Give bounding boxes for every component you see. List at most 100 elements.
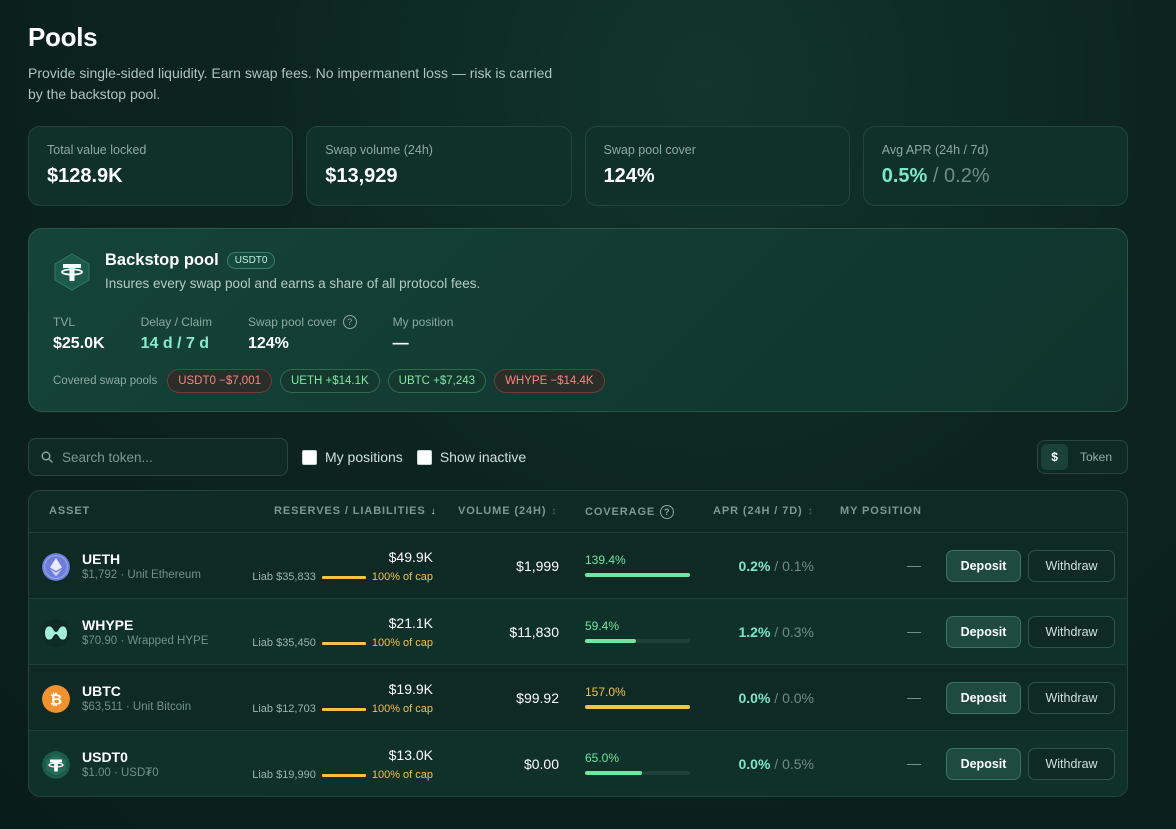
help-icon[interactable]: ? [660, 505, 675, 519]
stat-label: Avg APR (24h / 7d) [881, 143, 989, 157]
liability-value: Liab $35,833 [252, 571, 316, 583]
search-icon [41, 451, 53, 463]
coverage-value: 157.0% [585, 685, 626, 699]
metric-label: My position [392, 315, 454, 329]
coverage-bar [585, 639, 690, 643]
liability-value: Liab $19,990 [252, 769, 316, 781]
stat-label: Total value locked [47, 143, 147, 157]
column-header-label: RESERVES / LIABILITIES [274, 505, 426, 517]
table-row: UETH $1,792 · Unit Ethereum $49.9K Liab … [29, 533, 1127, 599]
checkbox-label: My positions [325, 449, 403, 465]
cap-label: 100% of cap [371, 637, 433, 649]
my-positions-checkbox[interactable]: My positions [302, 449, 403, 465]
withdraw-button[interactable]: Withdraw [1028, 748, 1115, 780]
pools-table: ASSET RESERVES / LIABILITIES ↓ VOLUME (2… [28, 490, 1128, 797]
stat-value: $13,929 [325, 165, 398, 187]
apr-value: 0.0% / 0.5% [738, 756, 814, 772]
backstop-token-badge: USDT0 [226, 252, 276, 269]
my-position-value: — [907, 755, 921, 771]
sort-down-icon: ↓ [430, 505, 437, 517]
tether-icon [54, 253, 90, 291]
covered-pools: Covered swap pools USDT0 −$7,001 UETH +$… [53, 369, 1103, 393]
stat-value: $128.9K [47, 165, 123, 187]
coverage-value: 65.0% [585, 751, 620, 765]
tether-icon [42, 751, 70, 779]
table-toolbar: My positions Show inactive $ Token [28, 438, 1128, 476]
stat-value: 0.5% / 0.2% [882, 165, 1109, 188]
cap-label: 100% of cap [371, 769, 433, 781]
search-input[interactable] [62, 449, 262, 465]
asset-symbol: UBTC [82, 683, 121, 699]
table-row: ₿ UBTC $63,511 · Unit Bitcoin $19.9K Lia… [29, 665, 1127, 731]
apr-separator: / [932, 165, 939, 187]
column-header-coverage[interactable]: COVERAGE ? [585, 505, 675, 519]
deposit-button[interactable]: Deposit [946, 550, 1021, 582]
column-header-label: APR (24H / 7D) [713, 505, 803, 517]
coverage-bar [585, 771, 690, 775]
stat-label: Swap volume (24h) [325, 143, 433, 157]
stat-value: 124% [603, 165, 655, 187]
apr-value: 1.2% / 0.3% [738, 624, 814, 640]
unit-option-token[interactable]: Token [1068, 444, 1124, 470]
unit-option-usd[interactable]: $ [1041, 444, 1068, 470]
covered-pill-whype[interactable]: WHYPE −$14.4K [494, 369, 605, 393]
asset-symbol: UETH [82, 551, 121, 567]
pools-page: Pools Provide single-sided liquidity. Ea… [28, 22, 1128, 797]
stats-row: Total value locked $128.9K Swap volume (… [28, 126, 1128, 206]
search-box[interactable] [28, 438, 288, 476]
unit-toggle: $ Token [1037, 440, 1128, 474]
asset-subtitle: $70.90 · Wrapped HYPE [82, 635, 209, 647]
cap-bar [321, 707, 366, 711]
column-header-label: COVERAGE [585, 506, 656, 518]
deposit-button[interactable]: Deposit [946, 616, 1021, 648]
coverage-value: 59.4% [585, 619, 620, 633]
column-header-asset[interactable]: ASSET [49, 505, 90, 517]
withdraw-button[interactable]: Withdraw [1028, 550, 1115, 582]
backstop-title: Backstop pool [105, 251, 219, 269]
bitcoin-icon: ₿ [42, 685, 70, 713]
page-title: Pools [28, 22, 98, 52]
apr-24h-value: 0.5% [881, 165, 928, 187]
stat-pool-cover: Swap pool cover 124% [584, 126, 850, 206]
asset-subtitle: $63,511 · Unit Bitcoin [82, 701, 192, 713]
withdraw-button[interactable]: Withdraw [1028, 616, 1115, 648]
coverage-value: 139.4% [585, 553, 626, 567]
sort-icon: ↕ [807, 505, 814, 517]
column-header-position[interactable]: MY POSITION [840, 505, 922, 517]
stat-avg-apr: Avg APR (24h / 7d) 0.5% / 0.2% [862, 126, 1128, 206]
volume-value: $1,999 [516, 558, 559, 574]
covered-pill-ueth[interactable]: UETH +$14.1K [280, 369, 380, 393]
column-header-reserves[interactable]: RESERVES / LIABILITIES ↓ [274, 505, 437, 517]
show-inactive-checkbox[interactable]: Show inactive [416, 449, 526, 465]
stat-label: Swap pool cover [603, 143, 696, 157]
table-header: ASSET RESERVES / LIABILITIES ↓ VOLUME (2… [29, 491, 1127, 533]
liability-value: Liab $12,703 [252, 703, 316, 715]
metric-label-text: Swap pool cover [247, 315, 337, 329]
my-position-value: — [907, 557, 921, 573]
table-row: USDT0 $1.00 · USD₮0 $13.0K Liab $19,990 … [29, 731, 1127, 796]
liability-info: Liab $12,703 100% of cap [252, 703, 433, 715]
backstop-metric-cover: Swap pool cover ? 124% [248, 315, 357, 353]
asset-subtitle: $1,792 · Unit Ethereum [82, 569, 201, 581]
table-row: WHYPE $70.90 · Wrapped HYPE $21.1K Liab … [29, 599, 1127, 665]
column-header-volume[interactable]: VOLUME (24H) ↕ [458, 505, 557, 517]
covered-pill-usdt0[interactable]: USDT0 −$7,001 [167, 369, 272, 393]
covered-pools-label: Covered swap pools [53, 375, 158, 387]
reserve-value: $49.9K [388, 549, 433, 565]
withdraw-button[interactable]: Withdraw [1028, 682, 1115, 714]
column-header-apr[interactable]: APR (24H / 7D) ↕ [713, 505, 814, 517]
stat-swap-volume: Swap volume (24h) $13,929 [306, 126, 572, 206]
deposit-button[interactable]: Deposit [946, 748, 1021, 780]
apr-7d-value: 0.2% [944, 165, 990, 187]
page-subtitle: Provide single-sided liquidity. Earn swa… [28, 65, 553, 102]
help-icon[interactable]: ? [342, 315, 357, 329]
deposit-button[interactable]: Deposit [946, 682, 1021, 714]
ethereum-icon [42, 553, 70, 581]
metric-label: TVL [53, 315, 76, 329]
covered-pill-ubtc[interactable]: UBTC +$7,243 [387, 369, 487, 393]
metric-label: Swap pool cover ? [248, 315, 357, 329]
checkbox-box[interactable] [302, 449, 317, 465]
metric-value: 14 d / 7 d [140, 335, 210, 352]
checkbox-box[interactable] [416, 449, 432, 465]
liability-value: Liab $35,450 [252, 637, 316, 649]
